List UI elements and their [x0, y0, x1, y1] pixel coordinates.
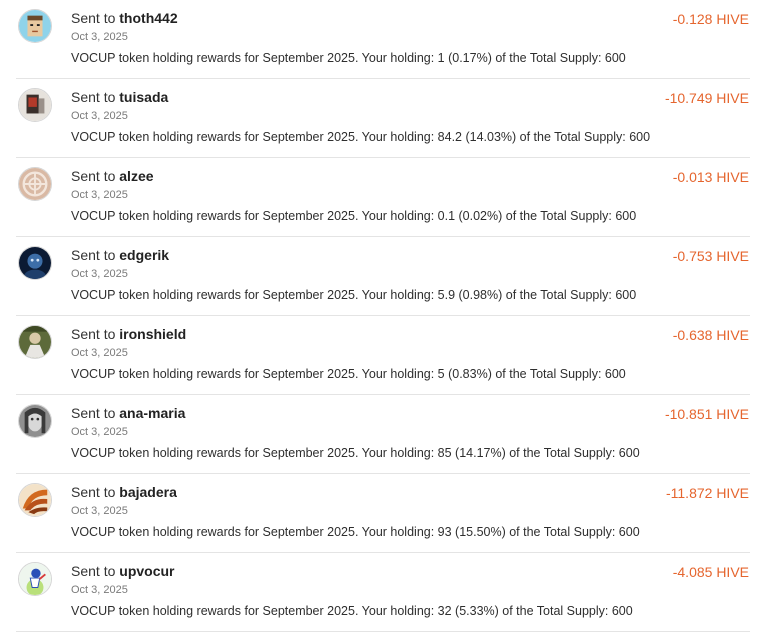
recipient-username-link[interactable]: edgerik — [119, 247, 169, 263]
transfer-amount: -0.753 HIVE — [672, 248, 749, 264]
transfer-title: Sent to ironshield — [71, 326, 186, 342]
recipient-username-link[interactable]: bajadera — [119, 484, 177, 500]
photo-avatar-icon[interactable] — [18, 88, 52, 122]
dark-portrait-avatar-icon[interactable] — [18, 246, 52, 280]
transfer-title: Sent to thoth442 — [71, 10, 178, 26]
transfer-date: Oct 3, 2025 — [71, 110, 128, 122]
transfer-title: Sent to upvocur — [71, 563, 175, 579]
transfer-row: Sent to bajadera Oct 3, 2025 VOCUP token… — [16, 474, 750, 553]
transfer-date: Oct 3, 2025 — [71, 505, 128, 517]
transfer-prefix: Sent to — [71, 563, 116, 579]
transfer-date: Oct 3, 2025 — [71, 268, 128, 280]
mascot-avatar-icon[interactable] — [18, 562, 52, 596]
transfer-row: Sent to tuisada Oct 3, 2025 VOCUP token … — [16, 79, 750, 158]
transfer-row: Sent to edgerik Oct 3, 2025 VOCUP token … — [16, 237, 750, 316]
recipient-username-link[interactable]: upvocur — [119, 563, 174, 579]
transfer-title: Sent to edgerik — [71, 247, 169, 263]
transfer-prefix: Sent to — [71, 10, 116, 26]
transfer-memo: VOCUP token holding rewards for Septembe… — [71, 288, 637, 302]
transfer-date: Oct 3, 2025 — [71, 426, 128, 438]
transfer-memo: VOCUP token holding rewards for Septembe… — [71, 446, 640, 460]
transfer-title: Sent to tuisada — [71, 89, 168, 105]
transfer-amount: -4.085 HIVE — [672, 564, 749, 580]
transfer-prefix: Sent to — [71, 326, 116, 342]
transfer-amount: -0.638 HIVE — [672, 327, 749, 343]
transfer-title: Sent to bajadera — [71, 484, 177, 500]
transfer-memo: VOCUP token holding rewards for Septembe… — [71, 51, 626, 65]
transfer-date: Oct 3, 2025 — [71, 189, 128, 201]
transfer-history-list: Sent to thoth442 Oct 3, 2025 VOCUP token… — [0, 0, 768, 632]
transfer-prefix: Sent to — [71, 89, 116, 105]
transfer-prefix: Sent to — [71, 247, 116, 263]
transfer-row: Sent to thoth442 Oct 3, 2025 VOCUP token… — [16, 0, 750, 79]
transfer-row: Sent to upvocur Oct 3, 2025 VOCUP token … — [16, 553, 750, 632]
transfer-date: Oct 3, 2025 — [71, 584, 128, 596]
transfer-amount: -10.749 HIVE — [664, 90, 749, 106]
transfer-amount: -0.128 HIVE — [672, 11, 749, 27]
cartoon-face-avatar-icon[interactable] — [18, 9, 52, 43]
transfer-title: Sent to ana-maria — [71, 405, 185, 421]
transfer-memo: VOCUP token holding rewards for Septembe… — [71, 209, 637, 223]
transfer-prefix: Sent to — [71, 168, 116, 184]
recipient-username-link[interactable]: tuisada — [119, 89, 168, 105]
recipient-username-link[interactable]: ana-maria — [119, 405, 185, 421]
transfer-memo: VOCUP token holding rewards for Septembe… — [71, 604, 633, 618]
transfer-amount: -0.013 HIVE — [672, 169, 749, 185]
transfer-row: Sent to ironshield Oct 3, 2025 VOCUP tok… — [16, 316, 750, 395]
grayscale-face-avatar-icon[interactable] — [18, 404, 52, 438]
transfer-row: Sent to ana-maria Oct 3, 2025 VOCUP toke… — [16, 395, 750, 474]
recipient-username-link[interactable]: thoth442 — [119, 10, 177, 26]
transfer-memo: VOCUP token holding rewards for Septembe… — [71, 525, 640, 539]
transfer-memo: VOCUP token holding rewards for Septembe… — [71, 130, 651, 144]
transfer-title: Sent to alzee — [71, 168, 154, 184]
transfer-row: Sent to alzee Oct 3, 2025 VOCUP token ho… — [16, 158, 750, 237]
transfer-prefix: Sent to — [71, 484, 116, 500]
transfer-date: Oct 3, 2025 — [71, 31, 128, 43]
transfer-memo: VOCUP token holding rewards for Septembe… — [71, 367, 626, 381]
transfer-prefix: Sent to — [71, 405, 116, 421]
recipient-username-link[interactable]: ironshield — [119, 326, 186, 342]
transfer-amount: -10.851 HIVE — [664, 406, 749, 422]
orange-fan-avatar-icon[interactable] — [18, 483, 52, 517]
green-photo-avatar-icon[interactable] — [18, 325, 52, 359]
transfer-amount: -11.872 HIVE — [665, 485, 749, 501]
knot-avatar-icon[interactable] — [18, 167, 52, 201]
recipient-username-link[interactable]: alzee — [119, 168, 153, 184]
transfer-date: Oct 3, 2025 — [71, 347, 128, 359]
